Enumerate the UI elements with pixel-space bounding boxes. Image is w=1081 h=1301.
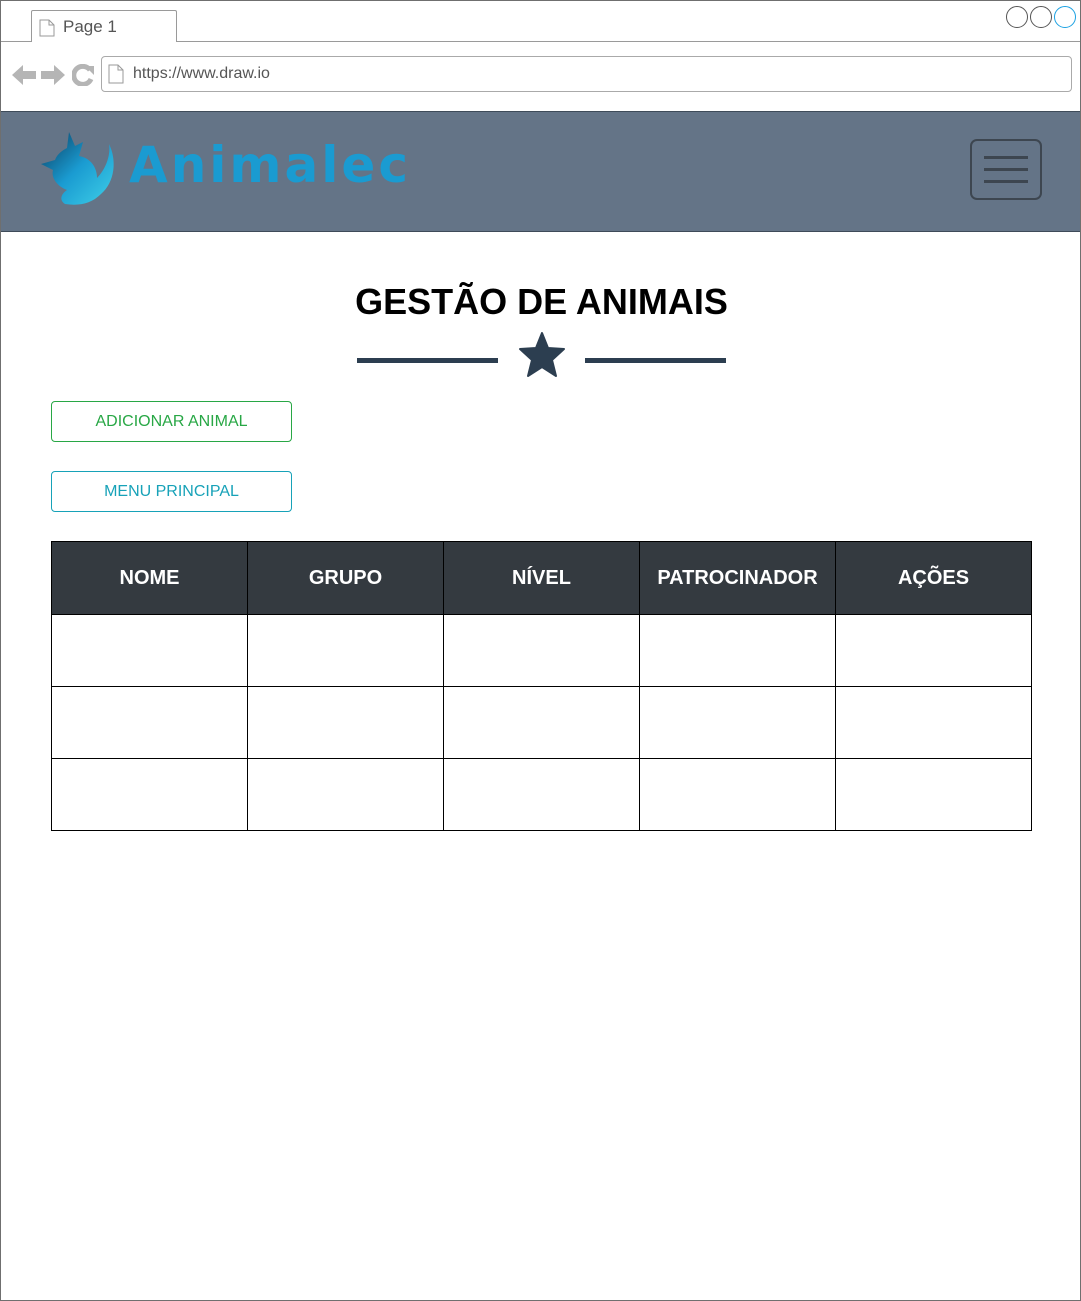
table-cell: [247, 614, 444, 687]
table-cell: [639, 614, 836, 687]
table-cell: [247, 758, 444, 831]
table-cell: [443, 758, 640, 831]
table-row: [51, 686, 1032, 759]
page-title: GESTÃO DE ANIMAIS: [355, 281, 728, 322]
divider-line-left: [357, 358, 498, 363]
url-text: https://www.draw.io: [133, 65, 270, 82]
table-cell: [51, 614, 248, 687]
table-row: [51, 758, 1032, 831]
table-row: [51, 614, 1032, 687]
table-cell: [835, 758, 1032, 831]
add-animal-button[interactable]: ADICIONAR ANIMAL: [51, 401, 292, 442]
main-menu-button[interactable]: MENU PRINCIPAL: [51, 471, 292, 512]
table-cell: [51, 686, 248, 759]
reload-icon[interactable]: [72, 64, 94, 86]
site-header: Animalec: [1, 111, 1080, 232]
back-arrow-icon[interactable]: [12, 64, 36, 86]
hamburger-icon: [984, 168, 1028, 171]
column-header-nome[interactable]: NOME: [51, 541, 248, 615]
animals-table: NOME GRUPO NÍVEL PATROCINADOR AÇÕES: [51, 541, 1032, 831]
table-cell: [247, 686, 444, 759]
column-header-acoes[interactable]: AÇÕES: [835, 541, 1032, 615]
hamburger-icon: [984, 180, 1028, 183]
minimize-button[interactable]: [1006, 6, 1028, 28]
window-controls: [1006, 6, 1076, 28]
page-icon: [108, 64, 124, 84]
fox-logo-icon[interactable]: [39, 130, 117, 210]
table-cell: [835, 614, 1032, 687]
close-button[interactable]: [1054, 6, 1076, 28]
table-cell: [51, 758, 248, 831]
table-cell: [443, 614, 640, 687]
table-header-row: NOME GRUPO NÍVEL PATROCINADOR AÇÕES: [51, 541, 1032, 615]
table-cell: [835, 686, 1032, 759]
table-cell: [443, 686, 640, 759]
column-header-grupo[interactable]: GRUPO: [247, 541, 444, 615]
maximize-button[interactable]: [1030, 6, 1052, 28]
column-header-nivel[interactable]: NÍVEL: [443, 541, 640, 615]
column-header-patrocinador[interactable]: PATROCINADOR: [639, 541, 836, 615]
tab-label: Page 1: [63, 17, 117, 36]
table-cell: [639, 686, 836, 759]
browser-window: Page 1 https://www.draw.io Animalec GEST…: [0, 0, 1081, 1301]
page-icon: [39, 19, 55, 37]
star-icon: [519, 332, 565, 377]
tab-strip: Page 1: [1, 1, 1080, 43]
address-bar-area: https://www.draw.io: [1, 42, 1080, 111]
browser-tab[interactable]: Page 1: [31, 10, 177, 43]
hamburger-icon: [984, 156, 1028, 159]
divider-line-right: [585, 358, 726, 363]
menu-toggle-button[interactable]: [970, 139, 1042, 200]
brand-logo-text[interactable]: Animalec: [129, 136, 411, 194]
forward-arrow-icon[interactable]: [41, 64, 65, 86]
table-cell: [639, 758, 836, 831]
url-input[interactable]: https://www.draw.io: [101, 56, 1072, 92]
